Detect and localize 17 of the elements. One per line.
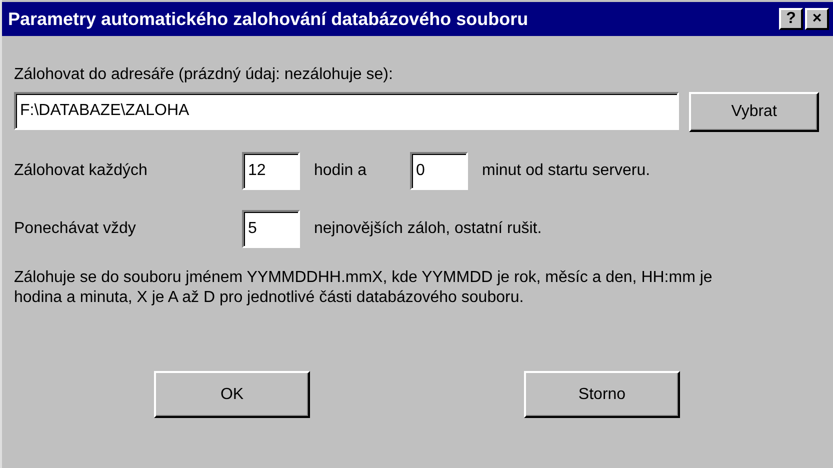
directory-field[interactable]: F:\DATABAZE\ZALOHA <box>14 92 680 130</box>
directory-label: Zálohovat do adresáře (prázdný údaj: nezálohuje se): <box>14 66 394 84</box>
note-text: Zálohuje se do souboru jménem YYMMDDHH.mmX, kde YYMMDD je rok, měsíc a den, HH:mm je hodina a minuta, X je A až D pro jednotlivé části databázového souboru. <box>14 268 714 308</box>
window-title: Parametry automatického zalohování databázového souboru <box>8 8 528 30</box>
keep-label: Ponechávat vždy <box>14 220 137 238</box>
browse-button[interactable]: Vybrat <box>689 92 819 132</box>
ok-button[interactable]: OK <box>154 371 310 418</box>
cancel-button[interactable]: Storno <box>524 371 680 418</box>
minutes-label: minut od startu serveru. <box>481 162 650 180</box>
hours-field[interactable]: 12 <box>242 152 300 190</box>
help-button[interactable]: ? <box>779 8 803 30</box>
minutes-field[interactable]: 0 <box>410 152 468 190</box>
close-button[interactable]: × <box>805 8 829 30</box>
interval-label: Zálohovat každých <box>14 162 148 180</box>
keep-count-field[interactable]: 5 <box>242 210 300 248</box>
hours-label: hodin a <box>313 162 368 180</box>
keep-count-label: nejnovějších záloh, ostatní rušit. <box>313 220 542 238</box>
